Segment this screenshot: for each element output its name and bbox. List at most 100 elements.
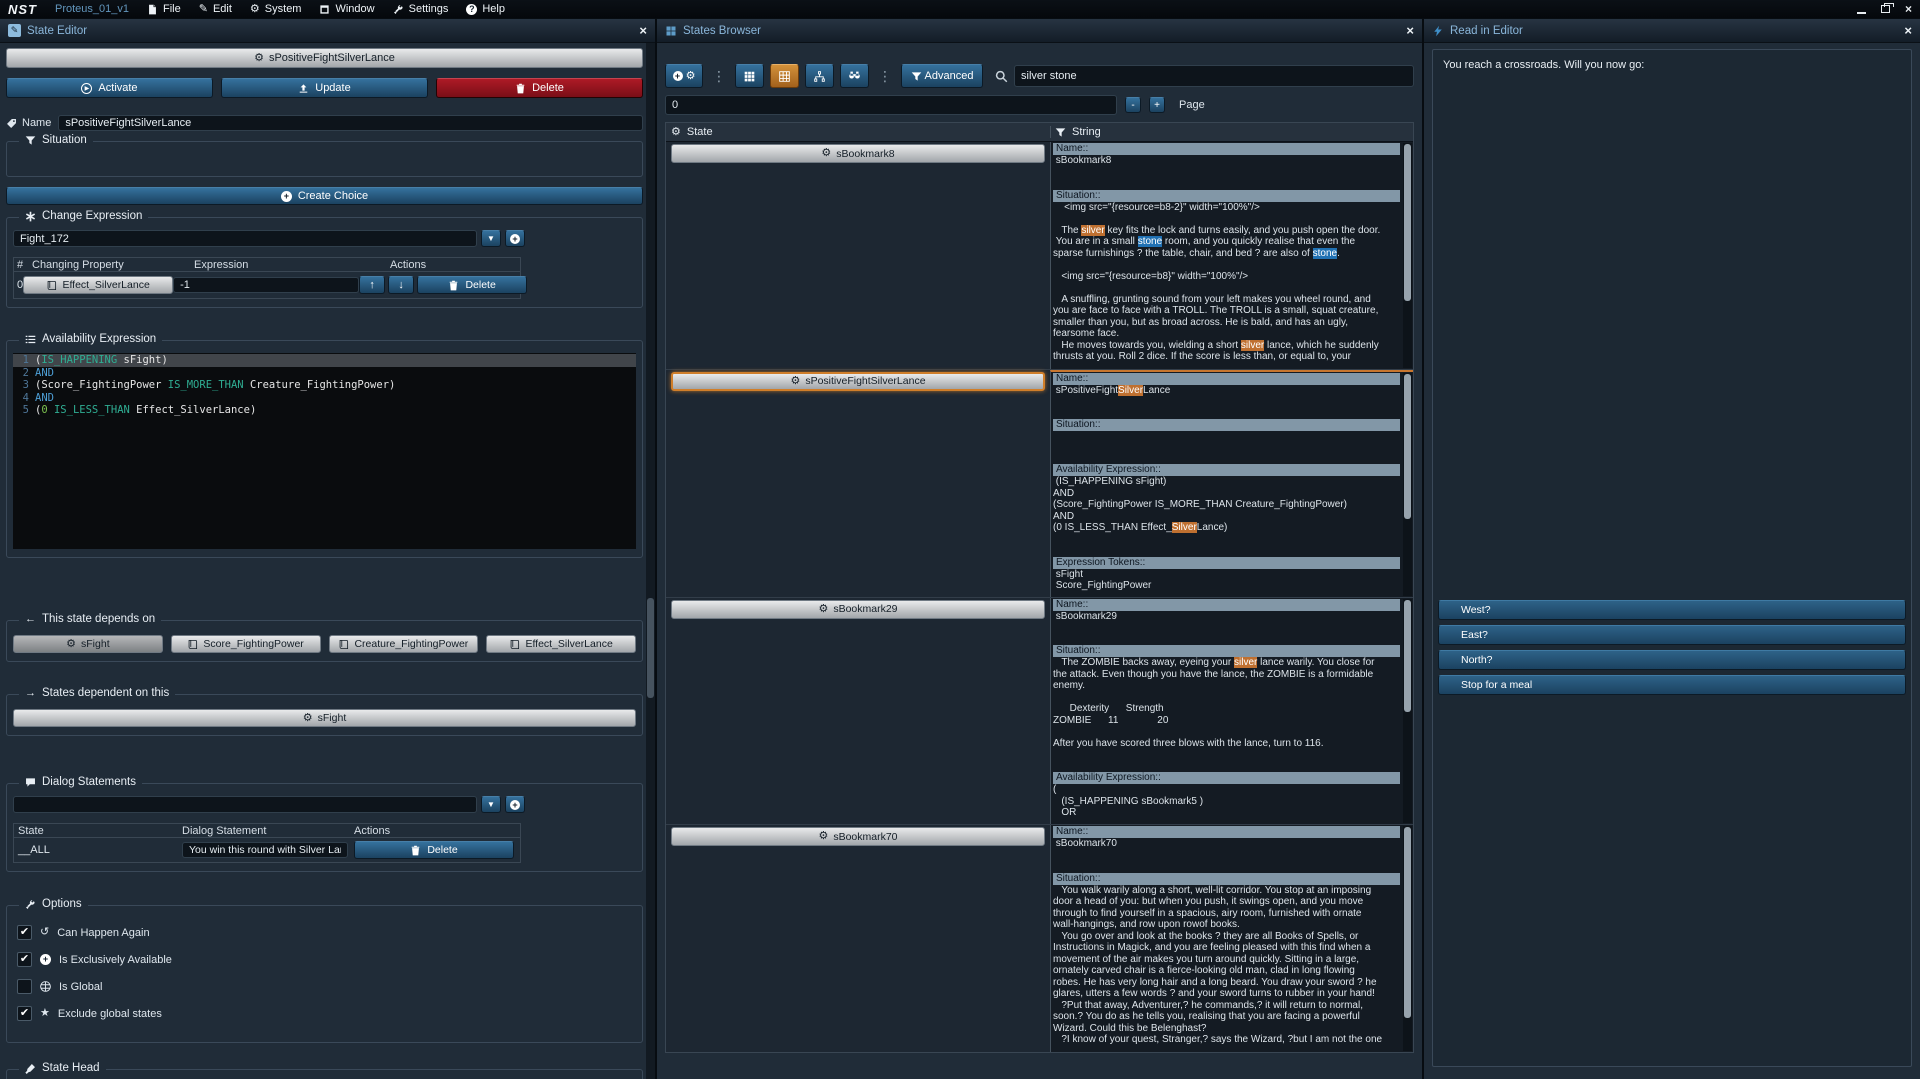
- scrollbar-thumb[interactable]: [1404, 374, 1411, 519]
- states-table: ⚙ State String ⚙sBookmark8Name:: sBookma…: [665, 122, 1414, 1053]
- dependency-label: Score_FightingPower: [203, 638, 303, 650]
- choice-button[interactable]: West?: [1438, 600, 1906, 620]
- string-cell-scrollbar[interactable]: [1403, 826, 1412, 1051]
- update-button[interactable]: Update: [221, 78, 428, 98]
- story-prompt: You reach a crossroads. Will you now go:: [1433, 50, 1911, 80]
- wrench-icon: [25, 899, 36, 910]
- state-item-label: sBookmark29: [833, 603, 897, 615]
- arrow-left-icon: ←: [25, 614, 36, 625]
- changing-property-button[interactable]: Effect_SilverLance: [23, 276, 173, 294]
- search-input[interactable]: [1014, 65, 1414, 87]
- menu-item-file[interactable]: File: [147, 3, 181, 15]
- view-table-button[interactable]: [770, 64, 799, 88]
- state-cell: ⚙sBookmark29: [666, 598, 1050, 825]
- scrollbar-thumb[interactable]: [1404, 600, 1411, 712]
- checkbox-checked[interactable]: ✔: [17, 925, 32, 940]
- close-panel-icon[interactable]: ×: [1406, 24, 1414, 37]
- name-input[interactable]: [58, 115, 643, 131]
- choice-button[interactable]: Stop for a meal: [1438, 675, 1906, 695]
- checkbox-checked[interactable]: ✔: [17, 1006, 32, 1021]
- string-block-text: sBookmark8: [1053, 155, 1400, 167]
- left-panel-scrollbar[interactable]: [646, 43, 655, 1079]
- menu-item-system[interactable]: ⚙System: [250, 3, 302, 15]
- state-item-button[interactable]: ⚙sBookmark29: [671, 600, 1045, 619]
- page-minus-button[interactable]: -: [1125, 97, 1141, 113]
- create-choice-button[interactable]: + Create Choice: [6, 187, 643, 205]
- delete-dialog-button[interactable]: Delete: [354, 841, 514, 859]
- dependency-button[interactable]: ⚙sFight: [13, 709, 636, 727]
- depends-on-items: ⚙sFight Score_FightingPower Creature_Fight…: [13, 635, 636, 653]
- dependency-label: Creature_FightingPower: [354, 638, 468, 650]
- chevron-down-icon: ▼: [487, 234, 495, 243]
- dependency-button[interactable]: Effect_SilverLance: [486, 635, 636, 653]
- funnel-icon: [1055, 127, 1066, 138]
- change-expression-table: # Changing Property Expression Actions 0…: [13, 257, 521, 299]
- dialog-statement-input[interactable]: [182, 842, 348, 858]
- dropdown-button[interactable]: ▼: [481, 230, 501, 247]
- menu-item-settings[interactable]: Settings: [393, 3, 449, 15]
- restore-icon[interactable]: [1881, 5, 1890, 13]
- activate-button[interactable]: ▶ Activate: [6, 78, 213, 98]
- string-block-header: Availability Expression::: [1053, 772, 1400, 784]
- delete-row-button[interactable]: Delete: [417, 276, 527, 294]
- string-cell-scrollbar[interactable]: [1403, 143, 1412, 368]
- move-down-button[interactable]: ↓: [388, 276, 414, 294]
- menu-item-edit[interactable]: ✎Edit: [199, 3, 232, 15]
- string-cell-scrollbar[interactable]: [1403, 373, 1412, 596]
- string-block-text: (IS_HAPPENING sFight) AND (Score_Fightin…: [1053, 476, 1400, 534]
- separator-dots-icon: ⋮: [709, 68, 729, 85]
- checkbox-unchecked[interactable]: [17, 979, 32, 994]
- scrollbar-thumb[interactable]: [1404, 144, 1411, 301]
- view-tree-button[interactable]: [805, 64, 834, 88]
- page-plus-button[interactable]: +: [1149, 97, 1165, 113]
- availability-code-editor[interactable]: 1(IS_HAPPENING sFight)2AND3(Score_Fighti…: [13, 353, 636, 549]
- advanced-filter-button[interactable]: Advanced: [901, 64, 983, 88]
- state-item-button[interactable]: ⚙sBookmark70: [671, 827, 1045, 846]
- menu-item-help[interactable]: ?Help: [466, 3, 505, 15]
- current-state-button[interactable]: ⚙ sPositiveFightSilverLance: [6, 48, 643, 68]
- dependency-button[interactable]: ⚙sFight: [13, 635, 163, 653]
- name-label: Name: [6, 117, 51, 129]
- dialog-selector-input[interactable]: [13, 796, 477, 813]
- view-grid-button[interactable]: [735, 64, 764, 88]
- string-block-text: sFight Score_FightingPower: [1053, 569, 1400, 592]
- state-item-button[interactable]: ⚙sBookmark8: [671, 144, 1045, 163]
- menu-item-label: File: [163, 3, 181, 15]
- choice-button[interactable]: North?: [1438, 650, 1906, 670]
- add-change-button[interactable]: +: [505, 230, 525, 247]
- close-panel-icon[interactable]: ×: [1904, 24, 1912, 37]
- plus-icon: +: [673, 71, 683, 81]
- state-item-label: sPositiveFightSilverLance: [805, 375, 925, 387]
- states-table-row: ⚙sBookmark29Name:: sBookmark29Situation:…: [666, 597, 1413, 825]
- add-state-button[interactable]: + ⚙: [665, 64, 703, 88]
- string-block-text: <img src="{resource=b8-2}" width="100%"/…: [1053, 202, 1400, 363]
- minimize-icon[interactable]: [1857, 12, 1866, 14]
- page-input[interactable]: [665, 95, 1117, 115]
- close-window-icon[interactable]: ×: [1905, 3, 1912, 15]
- dependency-button[interactable]: Creature_FightingPower: [329, 635, 479, 653]
- choice-list: West? East? North? Stop for a meal: [1438, 600, 1906, 695]
- menu-item-label: Edit: [213, 3, 232, 15]
- expression-input[interactable]: [173, 277, 359, 293]
- menu-item-window[interactable]: Window: [319, 3, 374, 15]
- dependency-button[interactable]: Score_FightingPower: [171, 635, 321, 653]
- string-block-header: Expression Tokens::: [1053, 557, 1400, 569]
- change-expression-input[interactable]: [13, 230, 477, 247]
- string-cell-scrollbar[interactable]: [1403, 599, 1412, 824]
- page-controls: - + Page: [665, 95, 1414, 115]
- checkbox-checked[interactable]: ✔: [17, 952, 32, 967]
- arrow-right-icon: →: [25, 688, 36, 699]
- state-editor-titlebar: ✎ State Editor ×: [0, 19, 655, 43]
- state-item-button[interactable]: ⚙sPositiveFightSilverLance: [671, 372, 1045, 391]
- move-up-button[interactable]: ↑: [359, 276, 385, 294]
- add-dialog-button[interactable]: +: [505, 796, 525, 813]
- close-panel-icon[interactable]: ×: [639, 24, 647, 37]
- choice-button[interactable]: East?: [1438, 625, 1906, 645]
- string-block-text: ( (IS_HAPPENING sBookmark5 ) OR: [1053, 784, 1400, 819]
- code-line: 5(0 IS_LESS_THAN Effect_SilverLance): [13, 404, 636, 417]
- dropdown-button[interactable]: ▼: [481, 796, 501, 813]
- delete-button[interactable]: Delete: [436, 78, 643, 98]
- scrollbar-thumb[interactable]: [647, 598, 654, 698]
- scrollbar-thumb[interactable]: [1404, 827, 1411, 1018]
- find-button[interactable]: [840, 64, 869, 88]
